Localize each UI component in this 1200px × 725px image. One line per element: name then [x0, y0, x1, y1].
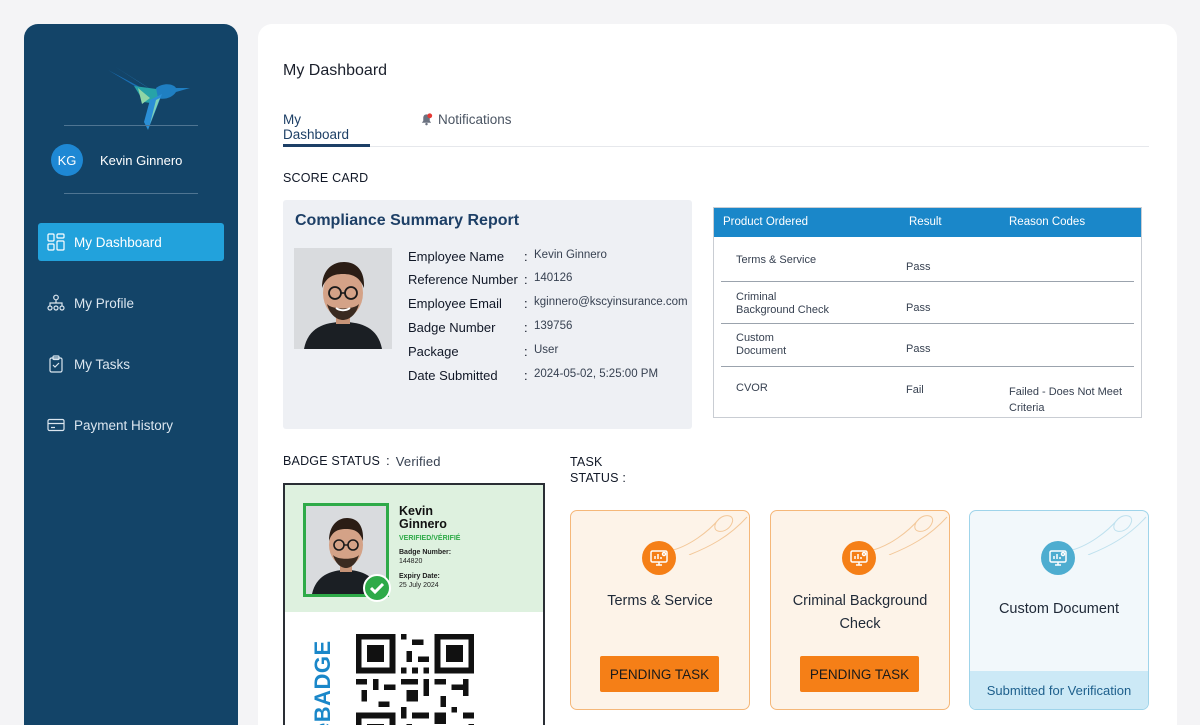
results-table: Product Ordered Result Reason Codes Term… — [713, 207, 1142, 418]
field-label: Reference Number — [408, 272, 518, 287]
product-cell: Custom Document — [736, 332, 787, 357]
badge-expiry: 25 July 2024 — [399, 582, 439, 589]
result-cell: Fail — [906, 384, 924, 396]
table-header: Product Ordered Result Reason Codes — [714, 208, 1141, 237]
employee-email-value: kginnero@kscyinsurance.com — [534, 296, 688, 308]
sidebar-item-label: My Tasks — [74, 356, 131, 372]
sidebar-item-payments[interactable]: Payment History — [38, 406, 224, 444]
credit-card-icon — [47, 418, 65, 432]
employee-email-row: Employee Email : kginnero@kscyinsurance.… — [408, 296, 688, 314]
result-cell: Pass — [906, 261, 931, 273]
verified-check-icon — [363, 574, 391, 602]
badge-number-value: 139756 — [534, 320, 573, 332]
product-cell: Terms & Service — [736, 254, 817, 266]
sidebar-item-label: Payment History — [74, 417, 174, 433]
table-row: CVOR Fail Failed - Does Not Meet Criteri… — [721, 367, 1134, 417]
user-name: Kevin Ginnero — [100, 152, 183, 168]
user-info[interactable]: KG Kevin Ginnero — [51, 144, 182, 176]
field-label: Employee Email — [408, 296, 502, 311]
document-chart-icon — [642, 541, 676, 575]
table-row: Criminal Background Check Pass — [721, 282, 1134, 324]
column-header-reason: Reason Codes — [1009, 216, 1086, 228]
field-label: Date Submitted — [408, 368, 498, 383]
employee-name-value: Kevin Ginnero — [534, 249, 607, 261]
org-chart-icon — [47, 294, 65, 311]
sidebar-item-dashboard[interactable]: My Dashboard — [38, 223, 224, 261]
badge-status: BADGE STATUS : Verified — [283, 454, 441, 469]
task-card-criminal-check[interactable]: Criminal Background Check PENDING TASK — [770, 510, 950, 710]
employee-portrait-image — [294, 248, 392, 349]
tab-bar: My Dashboard Notifications — [283, 112, 1149, 147]
compliance-summary-title: Compliance Summary Report — [295, 212, 520, 229]
badge-status-value: Verified — [395, 454, 441, 469]
package-row: Package : User — [408, 344, 558, 362]
main-panel: My Dashboard My Dashboard Notifications … — [258, 24, 1177, 725]
sidebar-item-tasks[interactable]: My Tasks — [38, 345, 224, 383]
badge-expiry-label: Expiry Date: — [399, 573, 440, 580]
table-row: Terms & Service Pass — [721, 237, 1134, 282]
qr-code-icon — [356, 634, 474, 725]
task-title: Custom Document — [998, 601, 1120, 617]
badge-verified-label: VERIFIED/VÉRIFIÉ — [399, 535, 461, 542]
sidebar-item-profile[interactable]: My Profile — [38, 284, 224, 322]
field-label: Employee Name — [408, 249, 505, 264]
compliance-summary-card: Compliance Summary Report Employee Name … — [283, 200, 692, 429]
reference-number-row: Reference Number : 140126 — [408, 272, 572, 290]
pending-task-button[interactable]: PENDING TASK — [600, 656, 719, 692]
date-submitted-row: Date Submitted : 2024-05-02, 5:25:00 PM — [408, 368, 658, 386]
badge-number: 144820 — [399, 558, 423, 565]
result-cell: Pass — [906, 343, 931, 355]
page-title: My Dashboard — [283, 62, 388, 79]
task-card-terms[interactable]: Terms & Service PENDING TASK — [570, 510, 750, 710]
badge-number-row: Badge Number : 139756 — [408, 320, 572, 338]
reason-cell: Failed - Does Not Meet Criteria — [1009, 386, 1123, 414]
product-cell: CVOR — [736, 382, 768, 394]
avatar: KG — [51, 144, 83, 176]
tab-notifications[interactable]: Notifications — [420, 112, 512, 147]
submitted-status-bar: Submitted for Verification — [970, 671, 1148, 709]
ebadge-brand-text: eBADGE — [310, 640, 335, 725]
sidebar-item-label: My Dashboard — [74, 234, 162, 250]
tab-label: My Dashboard — [283, 112, 350, 142]
badge-holder-name: Kevin Ginnero — [399, 504, 447, 531]
clipboard-icon — [49, 355, 63, 373]
bell-icon — [421, 113, 433, 126]
dashboard-icon — [47, 233, 65, 251]
reference-number-value: 140126 — [534, 272, 573, 284]
task-status-label: TASK STATUS : — [570, 455, 627, 485]
sidebar-item-label: My Profile — [74, 295, 135, 311]
sidebar-divider — [64, 193, 198, 194]
product-cell: Criminal Background Check — [736, 291, 829, 316]
pending-task-button[interactable]: PENDING TASK — [800, 656, 919, 692]
package-value: User — [534, 344, 559, 356]
badge-status-label: BADGE STATUS — [283, 454, 381, 468]
tab-my-dashboard[interactable]: My Dashboard — [283, 112, 370, 147]
tab-label: Notifications — [438, 112, 512, 127]
column-header-product: Product Ordered — [723, 216, 809, 228]
task-title: Criminal Background Check — [792, 593, 928, 632]
field-label: Package — [408, 344, 459, 359]
document-chart-icon — [842, 541, 876, 575]
sidebar: KG Kevin Ginnero My Dashboard My Profile… — [24, 24, 238, 725]
task-title: Terms & Service — [607, 593, 713, 609]
badge-header: Kevin Ginnero VERIFIED/VÉRIFIÉ Badge Num… — [285, 485, 543, 612]
column-header-result: Result — [909, 216, 942, 228]
sidebar-divider — [64, 125, 198, 126]
table-row: Custom Document Pass — [721, 324, 1134, 367]
employee-photo — [294, 248, 392, 349]
result-cell: Pass — [906, 302, 931, 314]
field-label: Badge Number — [408, 320, 496, 335]
badge-number-label: Badge Number: — [399, 549, 452, 556]
document-chart-icon — [1041, 541, 1075, 575]
employee-name-row: Employee Name : Kevin Ginnero — [408, 249, 607, 267]
ebadge-card[interactable]: Kevin Ginnero VERIFIED/VÉRIFIÉ Badge Num… — [283, 483, 545, 725]
date-submitted-value: 2024-05-02, 5:25:00 PM — [534, 368, 659, 380]
score-card-label: SCORE CARD — [283, 171, 369, 185]
task-card-custom-document[interactable]: Custom Document Submitted for Verificati… — [969, 510, 1149, 710]
